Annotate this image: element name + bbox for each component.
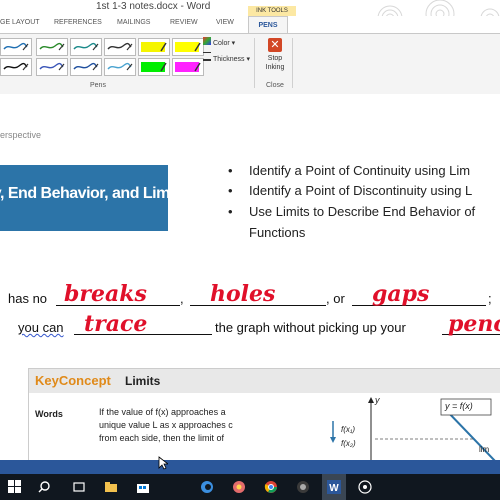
key-concept-title: Limits [125,374,161,388]
line1-prefix: has no [8,291,48,306]
graph-tick-2: f(x₂) [341,439,356,448]
close-group-label: Close [266,82,284,89]
tab-review[interactable]: REVIEW [170,19,198,26]
thickness-button[interactable]: Thickness ▾ [203,52,250,63]
pen-swatch[interactable] [0,38,32,56]
thickness-icon [203,52,211,61]
words-label: Words [35,409,63,419]
app-icon[interactable] [296,480,310,494]
word-icon: W [327,480,341,494]
pen-swatch[interactable] [138,58,170,76]
pens-group-label: Pens [90,82,106,89]
photos-app-icon[interactable] [232,480,246,494]
graph-arrow-head [330,437,336,443]
store-icon[interactable] [136,480,150,494]
ink-word-holes: holes [210,281,276,307]
pen-swatch[interactable] [104,58,136,76]
tab-references[interactable]: REFERENCES [54,19,102,26]
objective-1: Identify a Point of Continuity using Lim [249,163,471,178]
ink-word-gaps: gaps [372,281,430,307]
ink-tools-label: INK TOOLS [248,6,296,16]
pen-swatch[interactable] [70,58,102,76]
pen-swatch[interactable] [138,38,170,56]
svg-text:W: W [329,483,339,494]
pen-swatch[interactable] [172,38,204,56]
objective-3: Use Limits to Describe End Behavior of [249,204,476,219]
pen-swatch[interactable] [172,58,204,76]
bullet-icon: • [228,204,233,219]
line1-sep1: , [180,291,184,306]
status-bar [0,460,500,474]
color-button[interactable]: Color ▾ [203,37,235,47]
search-icon[interactable] [38,481,50,493]
file-explorer-icon[interactable] [104,481,118,493]
graph-tick-1: f(x₁) [341,425,356,434]
pen-swatch[interactable] [0,58,32,76]
key-concept-box: KeyConcept Limits Words If the value of … [28,368,500,462]
graph-y-arrow [368,397,374,403]
bullet-icon: • [228,163,233,178]
graph-limit-fragment: lim [479,445,490,454]
ribbon-separator [292,38,293,88]
line2-prefix: you can [18,320,64,335]
definition-line-1: If the value of f(x) approaches a [99,407,226,417]
pen-swatch[interactable] [70,38,102,56]
pen-swatch[interactable] [36,58,68,76]
chrome-icon[interactable] [264,480,278,494]
line2-middle: the graph without picking up your [215,320,406,335]
tab-page-layout[interactable]: GE LAYOUT [0,19,40,26]
tab-view[interactable]: VIEW [216,19,234,26]
app-icon[interactable] [358,480,372,494]
color-icon [203,37,211,45]
ink-word-trace: trace [84,311,148,337]
edge-browser-icon[interactable] [200,480,214,494]
ribbon-separator [254,38,255,88]
pen-swatch[interactable] [104,38,136,56]
task-view-icon[interactable] [72,481,86,493]
window-title: 1st 1-3 notes.docx - Word [96,1,211,12]
line1-sep2: , or [326,291,345,306]
objective-2: Identify a Point of Discontinuity using … [249,183,473,198]
ink-word-pencil: penc [448,311,500,337]
subtitle-fragment: erspective [0,130,42,140]
ink-word-breaks: breaks [64,281,147,307]
line1-end: ; [488,291,492,306]
stop-inking-button[interactable]: ✕ Stop Inking [260,38,290,72]
key-concept-label: KeyConcept [35,373,111,388]
definition-line-2: unique value L as x approaches c [99,420,233,430]
bullet-icon: • [228,183,233,198]
definition-line-3: from each side, then the limit of [99,433,225,443]
tab-mailings[interactable]: MAILINGS [117,19,150,26]
pen-swatch[interactable] [36,38,68,56]
stop-icon: ✕ [268,38,282,52]
graph-y-label: y [375,395,380,405]
mouse-cursor-icon [158,456,168,470]
windows-start-icon[interactable] [8,480,22,494]
graph-function-label: y = f(x) [445,401,473,411]
objective-3-cont: Functions [249,225,306,240]
